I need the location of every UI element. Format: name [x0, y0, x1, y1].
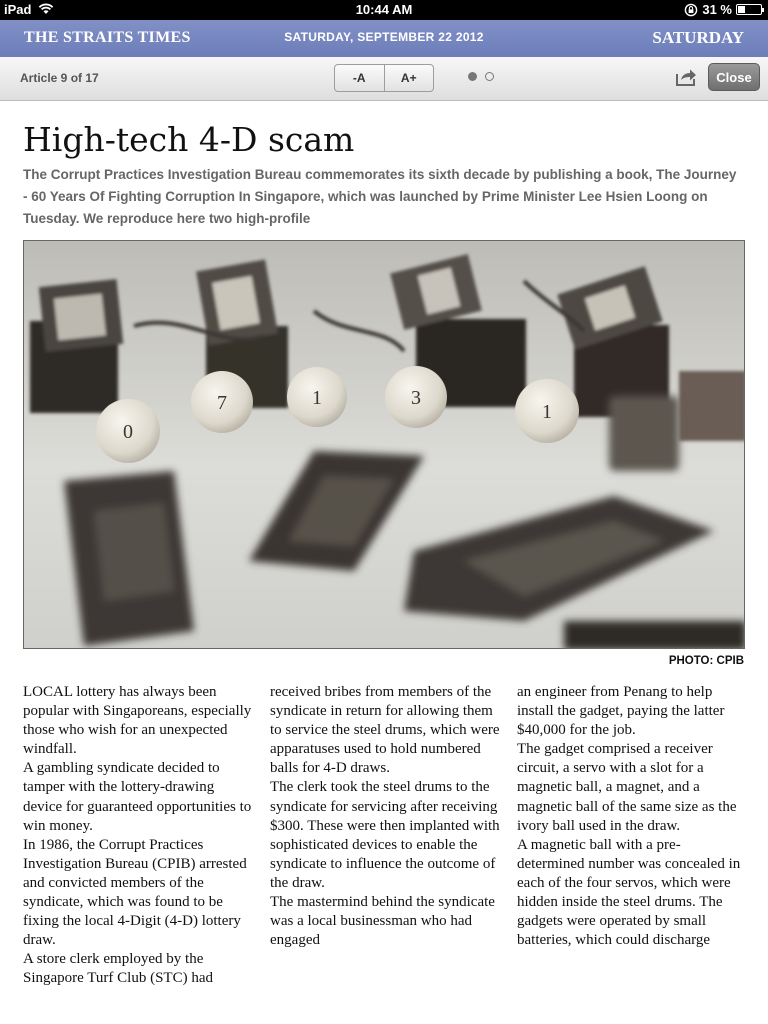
rotation-lock-icon	[685, 3, 698, 16]
article-paragraph: A store clerk employed by the Singapore …	[23, 951, 214, 987]
decrease-font-button[interactable]: -A	[335, 65, 385, 91]
lottery-devices-photo: 0 7 1 3 1	[24, 241, 744, 648]
close-button[interactable]: Close	[708, 63, 760, 91]
headline: High-tech 4-D scam	[23, 120, 355, 159]
article-paragraph: received bribes from members of the synd…	[270, 684, 500, 777]
ball-number: 1	[542, 401, 552, 423]
ball-number: 0	[123, 421, 133, 443]
article-paragraph: The clerk took the steel drums to the sy…	[270, 779, 500, 891]
article-column-1: LOCAL lottery has always been popular wi…	[23, 683, 253, 989]
article-paragraph: A gambling syndicate decided to tamper w…	[23, 760, 252, 834]
article-column-3: an engineer from Penang to help install …	[517, 683, 747, 950]
article-view: High-tech 4-D scam The Corrupt Practices…	[0, 101, 768, 1024]
reader-toolbar: Article 9 of 17 -A A+ Close	[0, 57, 768, 101]
page-indicator[interactable]	[468, 72, 494, 81]
standfirst: The Corrupt Practices Investigation Bure…	[23, 167, 737, 226]
article-photo[interactable]: 0 7 1 3 1	[23, 240, 745, 649]
edition-day: SATURDAY	[652, 28, 744, 47]
article-paragraph: The mastermind behind the syndicate was …	[270, 894, 495, 949]
ball-number: 7	[217, 392, 227, 414]
page-dot[interactable]	[468, 72, 477, 81]
status-bar: iPad 10:44 AM 31 %	[0, 0, 768, 20]
masthead: THE STRAITS TIMES SATURDAY, SEPTEMBER 22…	[0, 20, 768, 57]
battery-percent: 31 %	[702, 2, 732, 17]
article-paragraph: LOCAL lottery has always been popular wi…	[23, 684, 252, 758]
article-paragraph: an engineer from Penang to help install …	[517, 684, 725, 739]
battery-icon	[736, 4, 764, 15]
share-icon[interactable]	[674, 67, 698, 87]
article-paragraph: A magnetic ball with a pre-determined nu…	[517, 836, 741, 949]
article-column-2: received bribes from members of the synd…	[270, 683, 500, 950]
photo-credit: PHOTO: CPIB	[668, 655, 744, 667]
article-paragraph: In 1986, the Corrupt Practices Investiga…	[23, 836, 247, 949]
article-paragraph: The gadget comprised a receiver circuit,…	[517, 741, 737, 834]
page-dot[interactable]	[485, 72, 494, 81]
clock: 10:44 AM	[355, 2, 413, 17]
increase-font-button[interactable]: A+	[385, 65, 434, 91]
font-size-control: -A A+	[334, 64, 434, 92]
article-counter: Article 9 of 17	[20, 71, 99, 85]
ball-number: 1	[312, 387, 322, 409]
ball-number: 3	[411, 387, 421, 409]
